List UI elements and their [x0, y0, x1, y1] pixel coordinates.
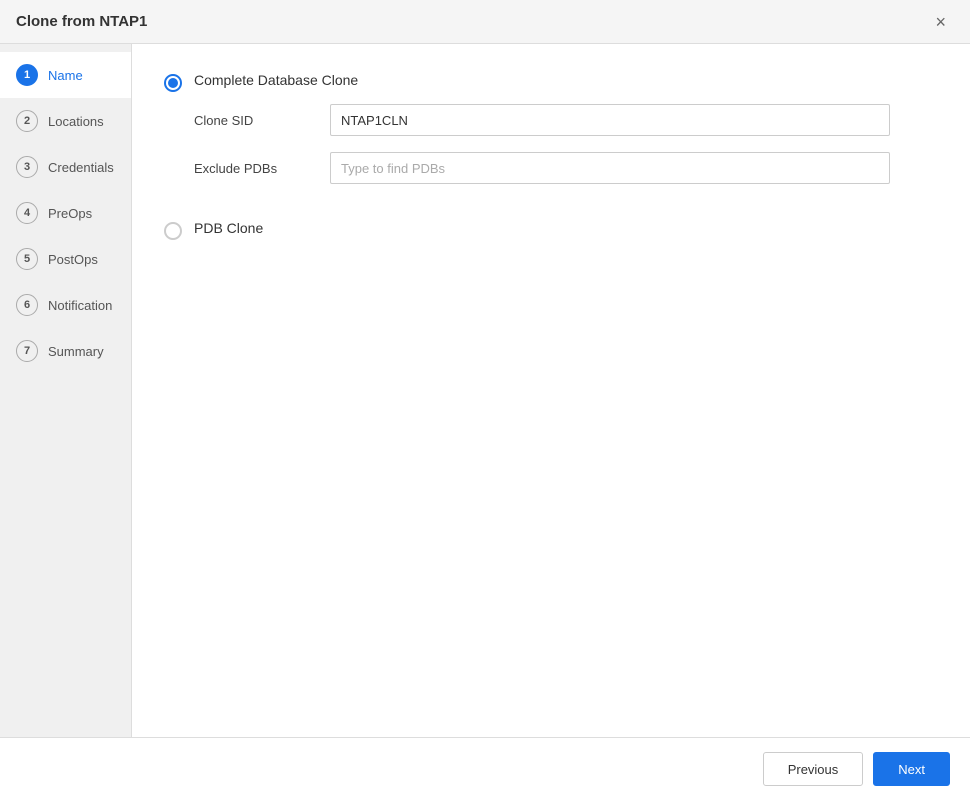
- complete-clone-title: Complete Database Clone: [194, 72, 938, 88]
- step-number-1: 1: [16, 64, 38, 86]
- exclude-pdbs-label: Exclude PDBs: [194, 161, 314, 176]
- sidebar-item-postops[interactable]: 5 PostOps: [0, 236, 131, 282]
- sidebar-label-summary: Summary: [48, 344, 104, 359]
- complete-clone-radio[interactable]: [164, 74, 182, 92]
- sidebar-label-name: Name: [48, 68, 83, 83]
- exclude-pdbs-input[interactable]: [330, 152, 890, 184]
- step-number-6: 6: [16, 294, 38, 316]
- clone-sid-input[interactable]: [330, 104, 890, 136]
- dialog-body: 1 Name 2 Locations 3 Credentials 4 PreOp…: [0, 44, 970, 737]
- sidebar-item-credentials[interactable]: 3 Credentials: [0, 144, 131, 190]
- sidebar-item-preops[interactable]: 4 PreOps: [0, 190, 131, 236]
- sidebar: 1 Name 2 Locations 3 Credentials 4 PreOp…: [0, 44, 132, 737]
- main-content: Complete Database Clone Clone SID Exclud…: [132, 44, 970, 737]
- previous-button[interactable]: Previous: [763, 752, 864, 786]
- next-button[interactable]: Next: [873, 752, 950, 786]
- clone-sid-row: Clone SID: [194, 104, 938, 136]
- clone-sid-label: Clone SID: [194, 113, 314, 128]
- sidebar-label-locations: Locations: [48, 114, 104, 129]
- complete-clone-content: Complete Database Clone Clone SID Exclud…: [194, 72, 938, 200]
- pdb-clone-content: PDB Clone: [194, 220, 938, 252]
- sidebar-item-summary[interactable]: 7 Summary: [0, 328, 131, 374]
- pdb-clone-radio[interactable]: [164, 222, 182, 240]
- dialog-window: Clone from NTAP1 × 1 Name 2 Locations 3 …: [0, 0, 970, 800]
- step-number-3: 3: [16, 156, 38, 178]
- sidebar-label-postops: PostOps: [48, 252, 98, 267]
- sidebar-item-locations[interactable]: 2 Locations: [0, 98, 131, 144]
- sidebar-label-preops: PreOps: [48, 206, 92, 221]
- sidebar-label-notification: Notification: [48, 298, 112, 313]
- dialog-title: Clone from NTAP1: [16, 13, 147, 30]
- sidebar-item-notification[interactable]: 6 Notification: [0, 282, 131, 328]
- dialog-footer: Previous Next: [0, 737, 970, 800]
- step-number-5: 5: [16, 248, 38, 270]
- close-button[interactable]: ×: [927, 9, 954, 35]
- pdb-clone-option: PDB Clone: [164, 220, 938, 252]
- step-number-2: 2: [16, 110, 38, 132]
- step-number-4: 4: [16, 202, 38, 224]
- step-number-7: 7: [16, 340, 38, 362]
- complete-clone-option: Complete Database Clone Clone SID Exclud…: [164, 72, 938, 200]
- sidebar-item-name[interactable]: 1 Name: [0, 52, 131, 98]
- exclude-pdbs-row: Exclude PDBs: [194, 152, 938, 184]
- pdb-clone-title: PDB Clone: [194, 220, 938, 236]
- sidebar-label-credentials: Credentials: [48, 160, 114, 175]
- dialog-header: Clone from NTAP1 ×: [0, 0, 970, 44]
